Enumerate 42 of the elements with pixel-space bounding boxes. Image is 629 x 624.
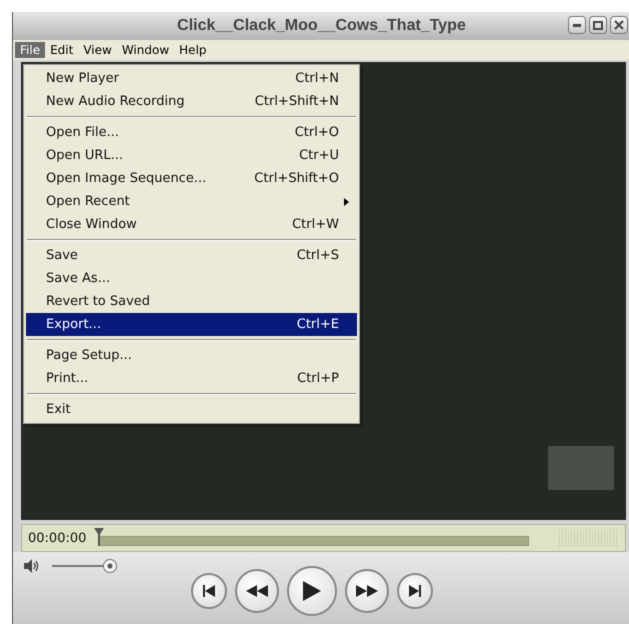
skip-forward-icon — [408, 584, 422, 598]
skip-back-button[interactable] — [190, 573, 226, 609]
menu-item[interactable]: New Player Ctrl+N — [26, 67, 357, 90]
menu-bar-item[interactable]: Window — [116, 42, 174, 58]
menu-item[interactable]: Open Image Sequence... Ctrl+Shift+O — [26, 167, 357, 190]
menu-item[interactable]: Print... Ctrl+P — [26, 367, 357, 390]
menu-item[interactable]: Revert to Saved — [26, 290, 357, 313]
menu-item[interactable]: Exit — [26, 398, 357, 421]
submenu-arrow-icon — [344, 198, 349, 206]
minimize-button[interactable] — [568, 16, 586, 34]
rewind-button[interactable] — [234, 569, 278, 613]
time-display: 00:00:00 — [28, 530, 86, 546]
menu-item[interactable]: Save As... — [26, 267, 357, 290]
close-button[interactable] — [610, 16, 628, 34]
play-icon — [302, 581, 320, 601]
close-icon — [614, 20, 624, 30]
menu-item[interactable]: Close Window Ctrl+W — [26, 213, 357, 236]
menu-item[interactable]: Save Ctrl+S — [26, 244, 357, 267]
playhead-handle[interactable] — [94, 528, 104, 546]
menu-item[interactable]: Open Recent — [26, 190, 357, 213]
maximize-icon — [593, 20, 603, 30]
volume-thumb[interactable] — [103, 559, 117, 573]
play-button[interactable] — [286, 566, 336, 616]
skip-back-icon — [202, 584, 216, 598]
menu-item[interactable]: Page Setup... — [26, 344, 357, 367]
menu-item[interactable]: Open URL... Ctr+U — [26, 144, 357, 167]
menu-bar-item[interactable]: Help — [174, 42, 212, 58]
menu-bar-item[interactable]: File — [15, 42, 46, 58]
minimize-icon — [573, 24, 581, 26]
logo-placeholder — [548, 446, 614, 490]
menu-item[interactable]: Open File... Ctrl+O — [26, 121, 357, 144]
maximize-button[interactable] — [589, 16, 607, 34]
fast-forward-button[interactable] — [344, 569, 388, 613]
rewind-icon — [246, 585, 268, 597]
window-title: Click__Clack_Moo__Cows_That_Type — [177, 17, 466, 35]
menu-item[interactable]: New Audio Recording Ctrl+Shift+N — [26, 90, 357, 113]
menu-bar-item[interactable]: Edit — [45, 42, 78, 58]
menu-bar-item[interactable]: View — [78, 42, 117, 58]
skip-forward-button[interactable] — [396, 573, 432, 609]
speaker-icon[interactable] — [23, 558, 41, 574]
menu-item[interactable]: Export... Ctrl+E — [26, 313, 357, 336]
fast-forward-icon — [356, 585, 378, 597]
